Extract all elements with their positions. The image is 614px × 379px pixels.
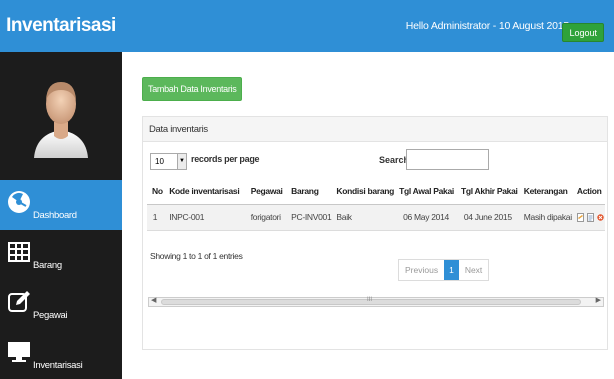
inventory-table: No Kode inventarisasi Pegawai Barang Kon…: [147, 178, 605, 231]
cell-pegawai: forigatori: [245, 204, 287, 231]
sidebar-item-label: Inventarisasi: [33, 360, 83, 371]
column-header-tgl-awal[interactable]: Tgl Awal Pakai: [394, 178, 456, 205]
main-content: Tambah Data Inventaris Data inventaris 1…: [122, 52, 614, 379]
column-header-no[interactable]: No: [147, 178, 165, 205]
column-header-barang[interactable]: Barang: [286, 178, 332, 205]
inventory-panel: Data inventaris 10 ▼ records per page Se…: [142, 116, 608, 350]
next-button[interactable]: Next: [459, 260, 488, 280]
sidebar-item-label: Barang: [33, 260, 62, 271]
sidebar: Dashboard Barang Pegawai Inventarisasi: [0, 52, 122, 379]
records-per-page-value: 10: [155, 157, 164, 166]
column-header-tgl-akhir[interactable]: Tgl Akhir Pakai: [455, 178, 519, 205]
dashboard-icon: [8, 191, 30, 213]
column-header-action[interactable]: Action: [571, 178, 605, 205]
horizontal-scrollbar[interactable]: ◀ III ▶: [148, 297, 604, 307]
page-1-button[interactable]: 1: [444, 260, 459, 280]
cell-kondisi: Baik: [331, 204, 395, 231]
brand-title[interactable]: Inventarisasi: [0, 0, 122, 52]
cell-keterangan: Masih dipakai: [518, 204, 572, 231]
records-per-page-select[interactable]: 10 ▼: [150, 153, 187, 170]
previous-button[interactable]: Previous: [399, 260, 444, 280]
grid-icon: [8, 242, 30, 262]
table-header-row: No Kode inventarisasi Pegawai Barang Kon…: [147, 178, 605, 205]
cell-barang: PC-INV001: [286, 204, 332, 231]
add-inventory-button[interactable]: Tambah Data Inventaris: [142, 77, 243, 101]
cell-kode: INPC-001: [164, 204, 246, 231]
cell-tgl-akhir: 04 June 2015: [455, 204, 519, 231]
scroll-grip: III: [367, 297, 373, 303]
column-header-keterangan[interactable]: Keterangan: [518, 178, 572, 205]
table-row: 1 INPC-001 forigatori PC-INV001 Baik 06 …: [147, 204, 605, 231]
user-greeting: Hello Administrator - 10 August 2015: [405, 20, 569, 32]
cell-tgl-awal: 06 May 2014: [394, 204, 456, 231]
logout-button[interactable]: Logout: [562, 23, 604, 42]
sidebar-item-label: Dashboard: [33, 210, 77, 221]
column-header-kode[interactable]: Kode inventarisasi: [164, 178, 246, 205]
panel-title: Data inventaris: [143, 117, 607, 142]
scroll-thumb[interactable]: III: [161, 297, 581, 305]
delete-icon[interactable]: [597, 213, 604, 222]
column-header-pegawai[interactable]: Pegawai: [245, 178, 287, 205]
edit-icon[interactable]: [586, 213, 594, 223]
edit-icon: [8, 291, 30, 312]
sidebar-item-label: Pegawai: [33, 310, 68, 321]
sidebar-item-inventarisasi[interactable]: Inventarisasi: [0, 330, 122, 379]
sidebar-item-pegawai[interactable]: Pegawai: [0, 280, 122, 330]
user-avatar-icon: [34, 82, 88, 158]
scroll-left-icon[interactable]: ◀: [151, 296, 156, 304]
pagination: Previous 1 Next: [398, 259, 490, 281]
table-info: Showing 1 to 1 of 1 entries: [150, 251, 243, 261]
search-input[interactable]: [406, 149, 489, 170]
cell-no: 1: [147, 204, 165, 231]
monitor-icon: [8, 342, 30, 362]
sidebar-item-dashboard[interactable]: Dashboard: [0, 180, 122, 230]
scroll-right-icon[interactable]: ▶: [596, 296, 601, 304]
sidebar-item-barang[interactable]: Barang: [0, 230, 122, 280]
view-icon[interactable]: [576, 213, 584, 223]
top-bar: Inventarisasi Hello Administrator - 10 A…: [0, 0, 614, 52]
records-per-page-label: records per page: [191, 154, 260, 164]
chevron-down-icon: ▼: [177, 154, 186, 169]
column-header-kondisi[interactable]: Kondisi barang: [331, 178, 394, 205]
cell-action: [571, 204, 605, 231]
avatar: [0, 52, 122, 179]
